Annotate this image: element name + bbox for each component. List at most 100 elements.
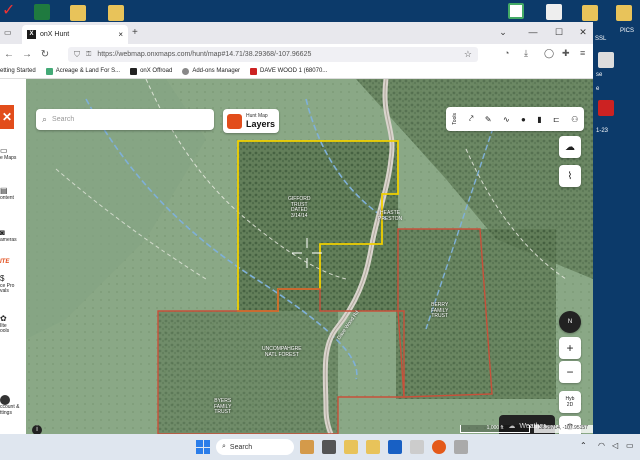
folder-icon[interactable] (582, 5, 598, 21)
chevron-down-icon[interactable]: ⌄ (496, 27, 510, 38)
coordinates-readout: 38.29714, -107.95157 (534, 425, 593, 433)
maximize-button[interactable]: ☐ (552, 27, 566, 38)
globe-icon (45, 67, 53, 75)
account-icon[interactable]: ◯ (544, 48, 554, 59)
file-explorer-icon[interactable] (344, 440, 358, 454)
chart-icon[interactable]: ⌇ (559, 165, 581, 187)
forward-icon[interactable]: → (18, 49, 36, 60)
home-icon[interactable] (508, 3, 524, 19)
bookmark-label: DAVE WOOD 1 (68070... (260, 68, 328, 74)
parcel-label: BERRY FAMILY TRUST (431, 302, 449, 319)
bookmark-item[interactable]: Acreage & Land For S... (45, 67, 120, 75)
battery-icon[interactable]: ▭ (626, 441, 634, 450)
twod-label: 2D (566, 402, 574, 408)
bookmark-item[interactable]: Add-ons Manager (182, 67, 240, 75)
firefox-icon[interactable] (432, 440, 446, 454)
layers-icon (227, 113, 242, 129)
folder-icon[interactable] (366, 440, 380, 454)
search-placeholder: Search (52, 116, 75, 123)
map-canvas[interactable]: GIFFORD TRUST DATED 3/14/14 HEASTE PREST… (26, 79, 593, 434)
back-icon[interactable]: ← (0, 49, 18, 60)
download-icon[interactable]: ⤓ (524, 48, 528, 59)
sidebar-item-pro-deals[interactable]: $ ce Pro vals (0, 274, 26, 295)
desktop-label: PICS (620, 28, 635, 34)
tab-list-icon[interactable]: ▭ (4, 28, 12, 37)
sidebar-item-maps[interactable]: ▭ e Maps (0, 146, 26, 161)
sidebar-item-account[interactable]: ccount & ttings (0, 395, 26, 416)
sidebar-item-label: ontent (0, 194, 14, 201)
left-sidebar: ✕ ▭ e Maps ▤ ontent ◙ ameras ITE $ ce Pr… (0, 79, 26, 434)
chevron-up-icon[interactable]: ⌃ (580, 441, 587, 450)
group-icon[interactable]: ⚇ (571, 115, 578, 124)
sidebar-item-label: Ilte ools (0, 322, 10, 335)
info-icon[interactable]: i (32, 425, 42, 434)
document-icon[interactable] (410, 440, 424, 454)
windows-start-icon[interactable] (196, 440, 210, 454)
folder-icon[interactable] (108, 5, 124, 21)
onx-offroad-icon (130, 67, 138, 75)
wifi-icon[interactable]: ◠ (598, 441, 605, 450)
layers-button[interactable]: Hunt Map Layers (223, 109, 279, 133)
checkmark-icon[interactable]: ✓ (2, 3, 18, 19)
close-button[interactable]: ✕ (576, 27, 590, 38)
weather-cloud-icon[interactable]: ☁ (559, 136, 581, 158)
pocket-icon[interactable]: ◔ (504, 48, 509, 58)
minimize-button[interactable]: — (526, 27, 540, 37)
taskbar: ⌕ Search ⌃ ◠ ◁ ▭ (0, 434, 640, 460)
search-icon: ⌕ (42, 114, 48, 124)
menu-icon[interactable]: ≡ (580, 48, 585, 58)
zoom-out-button[interactable]: − (559, 361, 581, 383)
new-tab-button[interactable]: + (132, 27, 138, 38)
onx-app: ✕ ▭ e Maps ▤ ontent ◙ ameras ITE $ ce Pr… (0, 79, 593, 434)
document-icon[interactable] (598, 52, 614, 68)
draw-tool-icon[interactable]: ✎ (485, 115, 492, 124)
bookmark-star-icon[interactable]: ☆ (464, 49, 472, 60)
sidebar-item-label: ce Pro vals (0, 282, 15, 295)
bookmark-item[interactable]: DAVE WOOD 1 (68070... (250, 67, 328, 75)
puzzle-icon (182, 67, 190, 75)
document-icon[interactable] (546, 4, 562, 20)
onx-favicon-icon: X (27, 30, 36, 39)
bookmark-item[interactable]: etting Started (0, 68, 36, 74)
browser-window: ▭ X onX Hunt × + ⌄ — ☐ ✕ ← → ↻ ⛉ ⚿ https… (0, 22, 593, 434)
onx-logo-button[interactable]: ✕ (0, 105, 14, 129)
lock-icon: ⚿ (86, 50, 92, 58)
parcel-label: GIFFORD TRUST DATED 3/14/14 (288, 196, 311, 219)
tools-toolbar: Tools ⤤ ✎ ∿ ● ▮ ⊏ ⚇ (446, 107, 584, 131)
tools-label: Tools (451, 113, 458, 125)
car-icon (250, 67, 258, 75)
app-icon[interactable] (300, 440, 314, 454)
extensions-icon[interactable]: ✚ (562, 48, 570, 59)
sidebar-item-elite-tools[interactable]: ✿ Ilte ools (0, 314, 26, 335)
close-tab-icon[interactable]: × (118, 30, 123, 39)
compass-button[interactable]: N (559, 311, 581, 333)
device-icon[interactable]: ▮ (537, 115, 541, 124)
reload-icon[interactable]: ↻ (36, 49, 54, 60)
sidebar-item-label: ameras (0, 236, 17, 243)
sidebar-item-label: e Maps (0, 154, 17, 161)
pdf-icon[interactable] (598, 100, 614, 116)
line-tool-icon[interactable]: ⤤ (469, 114, 474, 124)
track-tool-icon[interactable]: ∿ (503, 115, 510, 124)
zoom-in-button[interactable]: + (559, 337, 581, 359)
bookmark-item[interactable]: onX Offroad (130, 67, 172, 75)
waypoint-icon[interactable]: ● (521, 115, 526, 124)
excel-icon[interactable] (34, 4, 50, 20)
outlook-icon[interactable] (388, 440, 402, 454)
measure-icon[interactable]: ⊏ (553, 115, 560, 124)
volume-icon[interactable]: ◁ (612, 441, 618, 450)
tab-bar: ▭ X onX Hunt × + ⌄ — ☐ ✕ (0, 22, 593, 44)
task-view-icon[interactable] (322, 440, 336, 454)
compass-label: N (567, 319, 573, 325)
sidebar-item-content[interactable]: ▤ ontent (0, 186, 26, 201)
search-input[interactable]: ⌕ Search (36, 109, 214, 130)
sidebar-item-cameras[interactable]: ◙ ameras (0, 228, 26, 243)
folder-icon[interactable] (70, 5, 86, 21)
folder-icon[interactable] (616, 5, 632, 21)
tab-onx-hunt[interactable]: X onX Hunt × (22, 25, 128, 44)
taskbar-search[interactable]: ⌕ Search (216, 439, 294, 455)
desktop-label: e (596, 86, 600, 92)
app-icon[interactable] (454, 440, 468, 454)
url-bar[interactable]: ⛉ ⚿ https://webmap.onxmaps.com/hunt/map#… (68, 47, 478, 62)
basemap-toggle[interactable]: Hyb 2D (559, 391, 581, 413)
